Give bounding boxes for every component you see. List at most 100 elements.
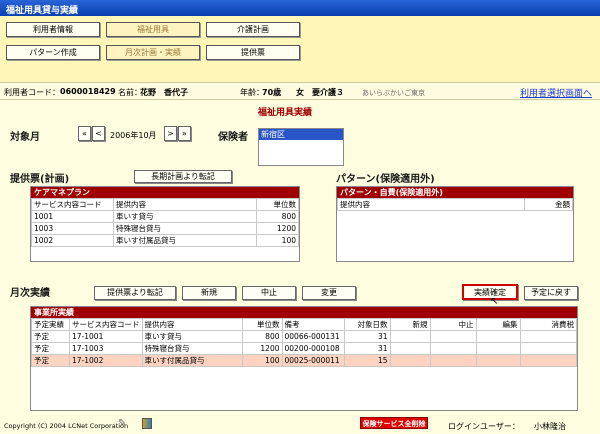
insurer-selected-item[interactable]: 新宿区 <box>259 129 343 140</box>
nav-monthly-button[interactable]: 月次計画・実績 <box>106 45 200 60</box>
user-code-label: 利用者コード： <box>4 88 60 97</box>
table-cell: 車いす貸与 <box>141 330 243 343</box>
table-cell <box>389 330 431 343</box>
care-plan-table: サービス内容コード 提供内容 単位数 1001 車いす貸与 800 1003 特殊寝台… <box>31 198 299 247</box>
table-cell <box>475 354 521 367</box>
pattern-table: 提供内容 金額 <box>337 198 573 211</box>
book-icon <box>142 418 152 429</box>
user-name: 花野 香代子 <box>140 88 188 97</box>
table-cell: 17-1003 <box>69 342 143 355</box>
table-cell <box>475 342 521 355</box>
nav-care-plan-button[interactable]: 介護計画 <box>206 22 300 37</box>
column-header: 消費税 <box>519 318 577 331</box>
table-cell: 特殊寝台貸与 <box>113 222 257 235</box>
pattern-panel: パターン・自費(保険適用外) 提供内容 金額 <box>336 186 574 262</box>
table-row-selected[interactable]: 予定 17-1002 車いす付属品貸与 100 00025-000011 15 <box>31 354 577 367</box>
user-age-label: 年齢： <box>240 88 264 97</box>
pen-icon: ✎ <box>118 418 127 429</box>
column-header: 単位数 <box>241 318 283 331</box>
column-header: 備考 <box>281 318 345 331</box>
table-cell: 予定 <box>31 342 70 355</box>
prev-month-button[interactable]: < <box>92 126 105 141</box>
table-cell: 17-1002 <box>69 354 143 367</box>
table-cell: 17-1001 <box>69 330 143 343</box>
column-header: サービス内容コード <box>69 318 143 331</box>
change-button[interactable]: 変更 <box>302 286 356 300</box>
column-header: 対象日数 <box>343 318 391 331</box>
table-cell: 31 <box>343 342 391 355</box>
office-actual-panel-title: 事業所実績 <box>31 307 577 318</box>
login-user-label: ログインユーザー： <box>448 422 520 431</box>
care-plan-panel-title: ケアマネプラン <box>31 187 299 198</box>
nav-pattern-button[interactable]: パターン作成 <box>6 45 100 60</box>
care-plan-header-row: サービス内容コード 提供内容 単位数 <box>31 198 299 211</box>
office-actual-header-row: 予定実績 サービス内容コード 提供内容 単位数 備考 対象日数 新規 中止 編集… <box>31 318 577 331</box>
ticket-section-label: 提供票(計画) <box>10 174 70 185</box>
ticket-transfer-button[interactable]: 提供票より転記 <box>94 286 176 300</box>
column-header: 金額 <box>524 198 573 211</box>
page-heading: 福祉用具実績 <box>258 108 313 118</box>
table-cell: 1200 <box>241 342 283 355</box>
insurer-label: 保険者 <box>218 132 248 143</box>
table-cell: 100 <box>241 354 283 367</box>
new-button[interactable]: 新規 <box>182 286 236 300</box>
table-cell <box>519 354 577 367</box>
monthly-section-label: 月次実績 <box>10 288 50 299</box>
next-month-button[interactable]: > <box>164 126 177 141</box>
target-month-label: 対象月 <box>10 132 40 143</box>
table-cell <box>389 354 431 367</box>
user-info-bar: 利用者コード： 0600018429 名前： 花野 香代子 年齢： 70歳 女 … <box>0 82 600 100</box>
table-cell: 車いす付属品貸与 <box>141 354 243 367</box>
user-age: 70歳 <box>262 88 282 97</box>
nav-band: 利用者情報 福祉用具 介護計画 パターン作成 月次計画・実績 提供票 <box>0 16 600 82</box>
column-header: 提供内容 <box>113 198 257 211</box>
table-cell: 31 <box>343 330 391 343</box>
table-row[interactable]: 予定 17-1003 特殊寝台貸与 1200 00200-000108 31 <box>31 342 577 355</box>
insurer-list[interactable]: 新宿区 <box>258 128 344 166</box>
table-cell: 1200 <box>256 222 299 235</box>
delete-all-insurance-button[interactable]: 保険サービス全削除 <box>360 417 428 429</box>
login-user-name: 小林隆治 <box>534 422 566 431</box>
table-cell: 車いす付属品貸与 <box>113 234 257 247</box>
table-cell: 800 <box>241 330 283 343</box>
table-cell <box>429 330 477 343</box>
table-cell: 予定 <box>31 354 70 367</box>
stop-button[interactable]: 中止 <box>242 286 296 300</box>
column-header: 提供内容 <box>337 198 525 211</box>
user-sex: 女 <box>296 88 304 97</box>
table-cell: 特殊寝台貸与 <box>141 342 243 355</box>
table-row[interactable]: 1001 車いす貸与 800 <box>31 210 299 223</box>
app-window: 福祉用具貸与実績 利用者情報 福祉用具 介護計画 パターン作成 月次計画・実績 … <box>0 0 600 434</box>
table-cell <box>475 330 521 343</box>
first-month-button[interactable]: « <box>78 126 91 141</box>
long-term-transfer-button[interactable]: 長期計画より転記 <box>134 170 232 183</box>
table-cell <box>429 342 477 355</box>
nav-user-info-button[interactable]: 利用者情報 <box>6 22 100 37</box>
column-header: 新規 <box>389 318 431 331</box>
table-row[interactable]: 予定 17-1001 車いす貸与 800 00066-000131 31 <box>31 330 577 343</box>
column-header: 予定実績 <box>31 318 70 331</box>
table-cell: 15 <box>343 354 391 367</box>
user-name-label: 名前： <box>118 88 142 97</box>
last-month-button[interactable]: » <box>178 126 191 141</box>
user-select-link[interactable]: 利用者選択画面へ <box>520 86 592 99</box>
table-cell <box>519 330 577 343</box>
column-header: 編集 <box>475 318 521 331</box>
table-row[interactable]: 1003 特殊寝台貸与 1200 <box>31 222 299 235</box>
nav-ticket-button[interactable]: 提供票 <box>206 45 300 60</box>
nav-welfare-button[interactable]: 福祉用具 <box>106 22 200 37</box>
pattern-header-row: 提供内容 金額 <box>337 198 573 211</box>
table-cell: 車いす貸与 <box>113 210 257 223</box>
column-header: 提供内容 <box>141 318 243 331</box>
table-cell: 00200-000108 <box>281 342 345 355</box>
table-cell: 00025-000011 <box>281 354 345 367</box>
table-cell: 1001 <box>31 210 114 223</box>
revert-to-plan-button[interactable]: 予定に戻す <box>524 286 578 300</box>
user-care-level: 要介護３ <box>312 88 344 97</box>
table-row[interactable]: 1002 車いす付属品貸与 100 <box>31 234 299 247</box>
column-header: サービス内容コード <box>31 198 114 211</box>
current-month: 2006年10月 <box>110 131 157 140</box>
column-header: 中止 <box>429 318 477 331</box>
user-code: 0600018429 <box>60 87 116 96</box>
table-cell: 00066-000131 <box>281 330 345 343</box>
